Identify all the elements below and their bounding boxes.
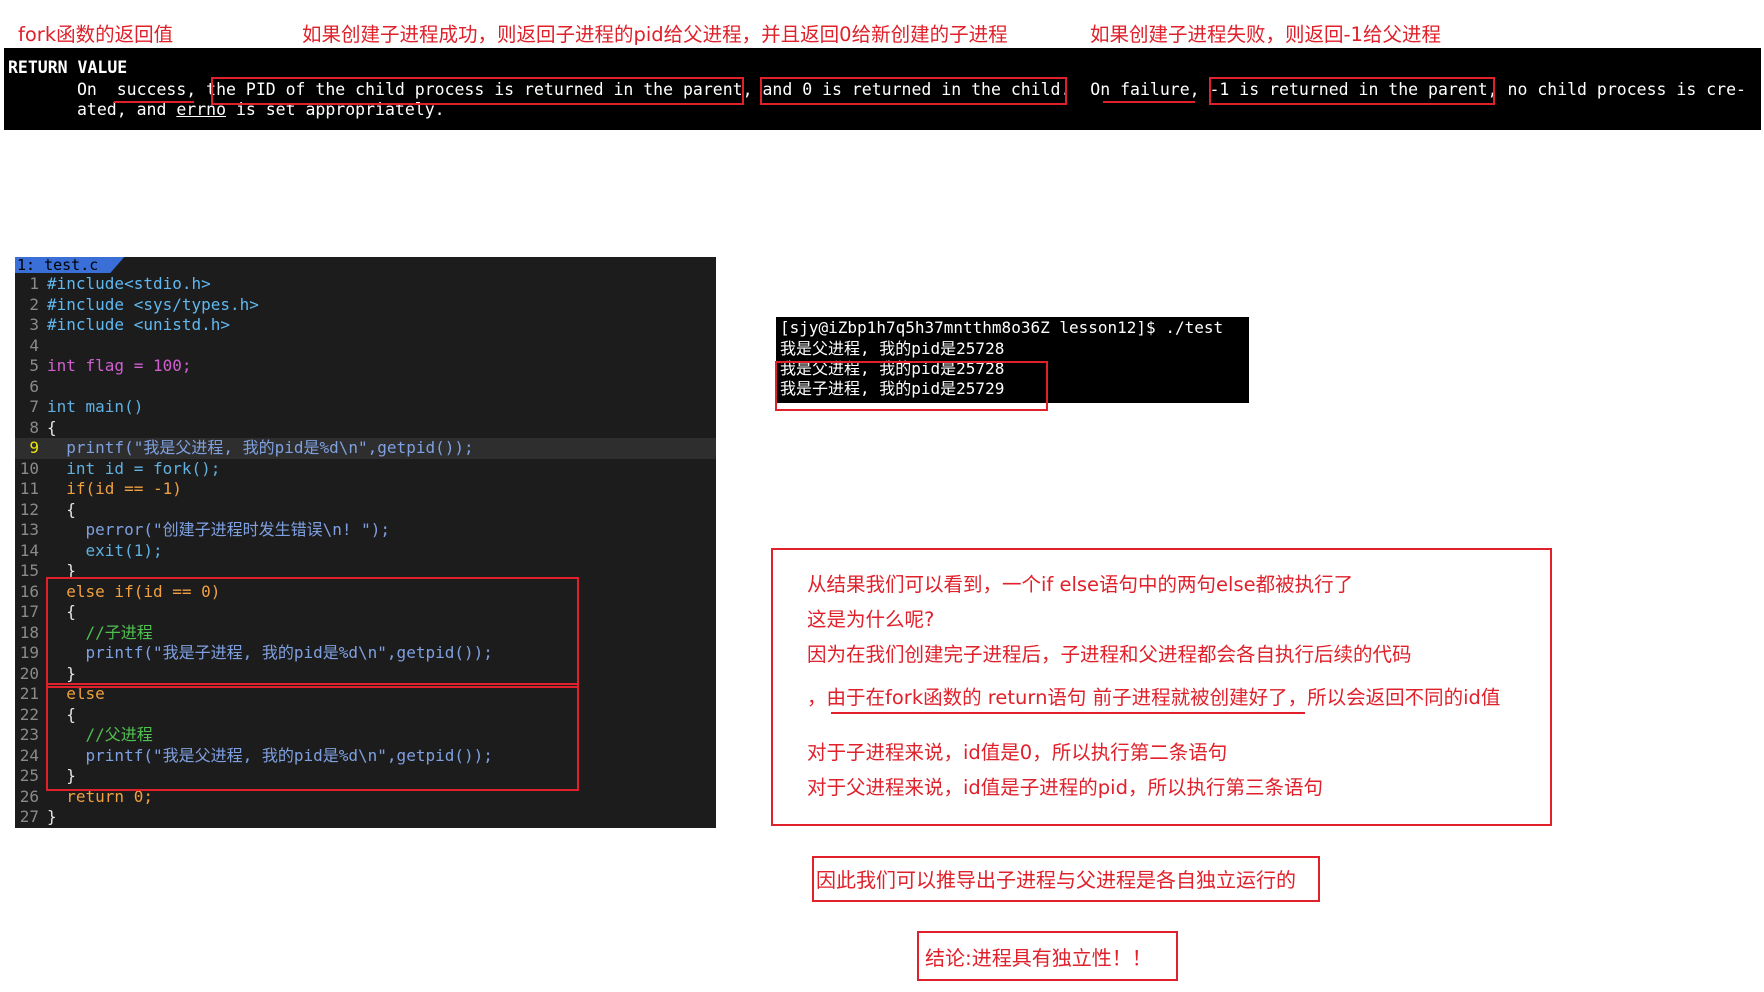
code-text: #include <unistd.h> <box>47 315 231 334</box>
code-line: 6 <box>15 377 716 398</box>
line-number: 23 <box>19 725 39 744</box>
code-text: if(id == -1) <box>47 479 182 498</box>
code-line: 11 if(id == -1) <box>15 479 716 500</box>
explanation-line: ，由于在fork函数的 return语句 前子进程就被创建好了，所以会返回不同的… <box>807 686 1501 709</box>
code-line: 8{ <box>15 418 716 439</box>
line-number: 11 <box>19 479 39 498</box>
underline-on-failure <box>1103 101 1195 103</box>
code-line: 10 int id = fork(); <box>15 459 716 480</box>
line-number: 12 <box>19 499 39 519</box>
line-number: 24 <box>19 745 39 765</box>
manpage-on-failure: On failure, <box>1070 80 1200 99</box>
line-number: 10 <box>19 458 39 478</box>
code-text: { <box>47 499 76 519</box>
line-number: 27 <box>19 807 39 826</box>
code-line: 3 #include <unistd.h> <box>15 315 716 336</box>
code-line: 7 int main() <box>15 397 716 418</box>
explanation-line: 对于父进程来说，id值是子进程的pid，所以执行第三条语句 <box>807 776 1323 799</box>
code-text: printf("我是父进程, 我的pid是%d\n",getpid()); <box>47 438 474 457</box>
conclusion-text: 结论:进程具有独立性！！ <box>925 946 1152 970</box>
line-number: 22 <box>19 704 39 724</box>
line-number: 7 <box>29 397 39 416</box>
line-number: 1 <box>29 274 39 293</box>
line-number: 13 <box>19 520 39 539</box>
label-failure-note: 如果创建子进程失败，则返回-1给父进程 <box>1090 23 1441 46</box>
line-number: 6 <box>29 376 39 396</box>
label-success-note: 如果创建子进程成功，则返回子进程的pid给父进程，并且返回0给新创建的子进程 <box>302 23 1008 46</box>
explanation-line: 对于子进程来说，id值是0，所以执行第二条语句 <box>807 741 1228 764</box>
line-number: 19 <box>19 643 39 662</box>
code-text: #include <sys/types.h> <box>47 294 259 314</box>
code-line-current[interactable]: 9 printf("我是父进程, 我的pid是%d\n",getpid()); <box>15 438 716 459</box>
highlight-zero-child <box>760 77 1067 105</box>
highlight-else-block <box>46 683 579 791</box>
line-number: 16 <box>19 581 39 601</box>
tab-test-c[interactable]: 1: test.c <box>15 257 124 273</box>
code-line: 5 int flag = 100; <box>15 356 716 377</box>
explanation-panel: 从结果我们可以看到，一个if else语句中的两句else都被执行了 这是为什么… <box>771 548 1552 826</box>
highlight-else-if-block <box>46 577 579 688</box>
line-number: 8 <box>29 417 39 437</box>
code-line: 14 exit(1); <box>15 541 716 562</box>
manpage-heading: RETURN VALUE <box>8 58 128 77</box>
line-number: 2 <box>29 294 39 314</box>
line-number: 15 <box>19 561 39 580</box>
explanation-line: 这是为什么呢? <box>807 608 935 631</box>
inference-text: 因此我们可以推导出子进程与父进程是各自独立运行的 <box>816 868 1296 892</box>
code-line: 13 perror("创建子进程时发生错误\n! "); <box>15 520 716 541</box>
code-line: 27} <box>15 807 716 828</box>
highlight-terminal-output <box>775 361 1048 411</box>
line-number: 21 <box>19 684 39 703</box>
code-line: 12 { <box>15 500 716 521</box>
manpage-text: On <box>77 80 107 99</box>
line-number: 25 <box>19 766 39 785</box>
underline-success <box>114 101 194 103</box>
line-number: 17 <box>19 602 39 621</box>
explanation-line: 从结果我们可以看到，一个if else语句中的两句else都被执行了 <box>807 573 1354 596</box>
code-text: #include<stdio.h> <box>47 274 211 293</box>
explanation-line: 因为在我们创建完子进程后，子进程和父进程都会各自执行后续的代码 <box>807 643 1412 666</box>
manpage-success: success, <box>106 80 197 99</box>
manpage-text: , no child process is cre- <box>1487 80 1746 99</box>
code-text: int main() <box>47 397 144 416</box>
code-text: { <box>47 417 57 437</box>
line-number: 5 <box>29 356 39 375</box>
line-number: 14 <box>19 540 39 560</box>
code-line: 1 #include<stdio.h> <box>15 274 716 295</box>
manpage-text <box>196 80 206 99</box>
label-fork-return: fork函数的返回值 <box>18 23 174 46</box>
terminal-line: 我是父进程, 我的pid是25728 <box>780 339 1005 358</box>
line-number: 18 <box>19 622 39 642</box>
code-line: 2 #include <sys/types.h> <box>15 295 716 316</box>
code-text: } <box>47 807 57 826</box>
line-number: 20 <box>19 663 39 683</box>
line-number: 3 <box>29 315 39 334</box>
code-text: int id = fork(); <box>47 458 221 478</box>
line-number: 9 <box>29 438 39 457</box>
line-number: 4 <box>29 335 39 355</box>
line-number: 26 <box>19 786 39 806</box>
code-text: int flag = 100; <box>47 356 192 375</box>
code-text: perror("创建子进程时发生错误\n! "); <box>47 520 391 539</box>
underline-return-note <box>831 712 1305 714</box>
highlight-neg-one <box>1209 77 1495 105</box>
manpage-text: , <box>742 80 753 99</box>
highlight-pid-parent <box>211 77 744 105</box>
code-line: 4 <box>15 336 716 357</box>
code-text: exit(1); <box>47 540 163 560</box>
terminal-prompt: [sjy@iZbp1h7q5h37mntthm8o36Z lesson12]$ … <box>780 318 1224 337</box>
